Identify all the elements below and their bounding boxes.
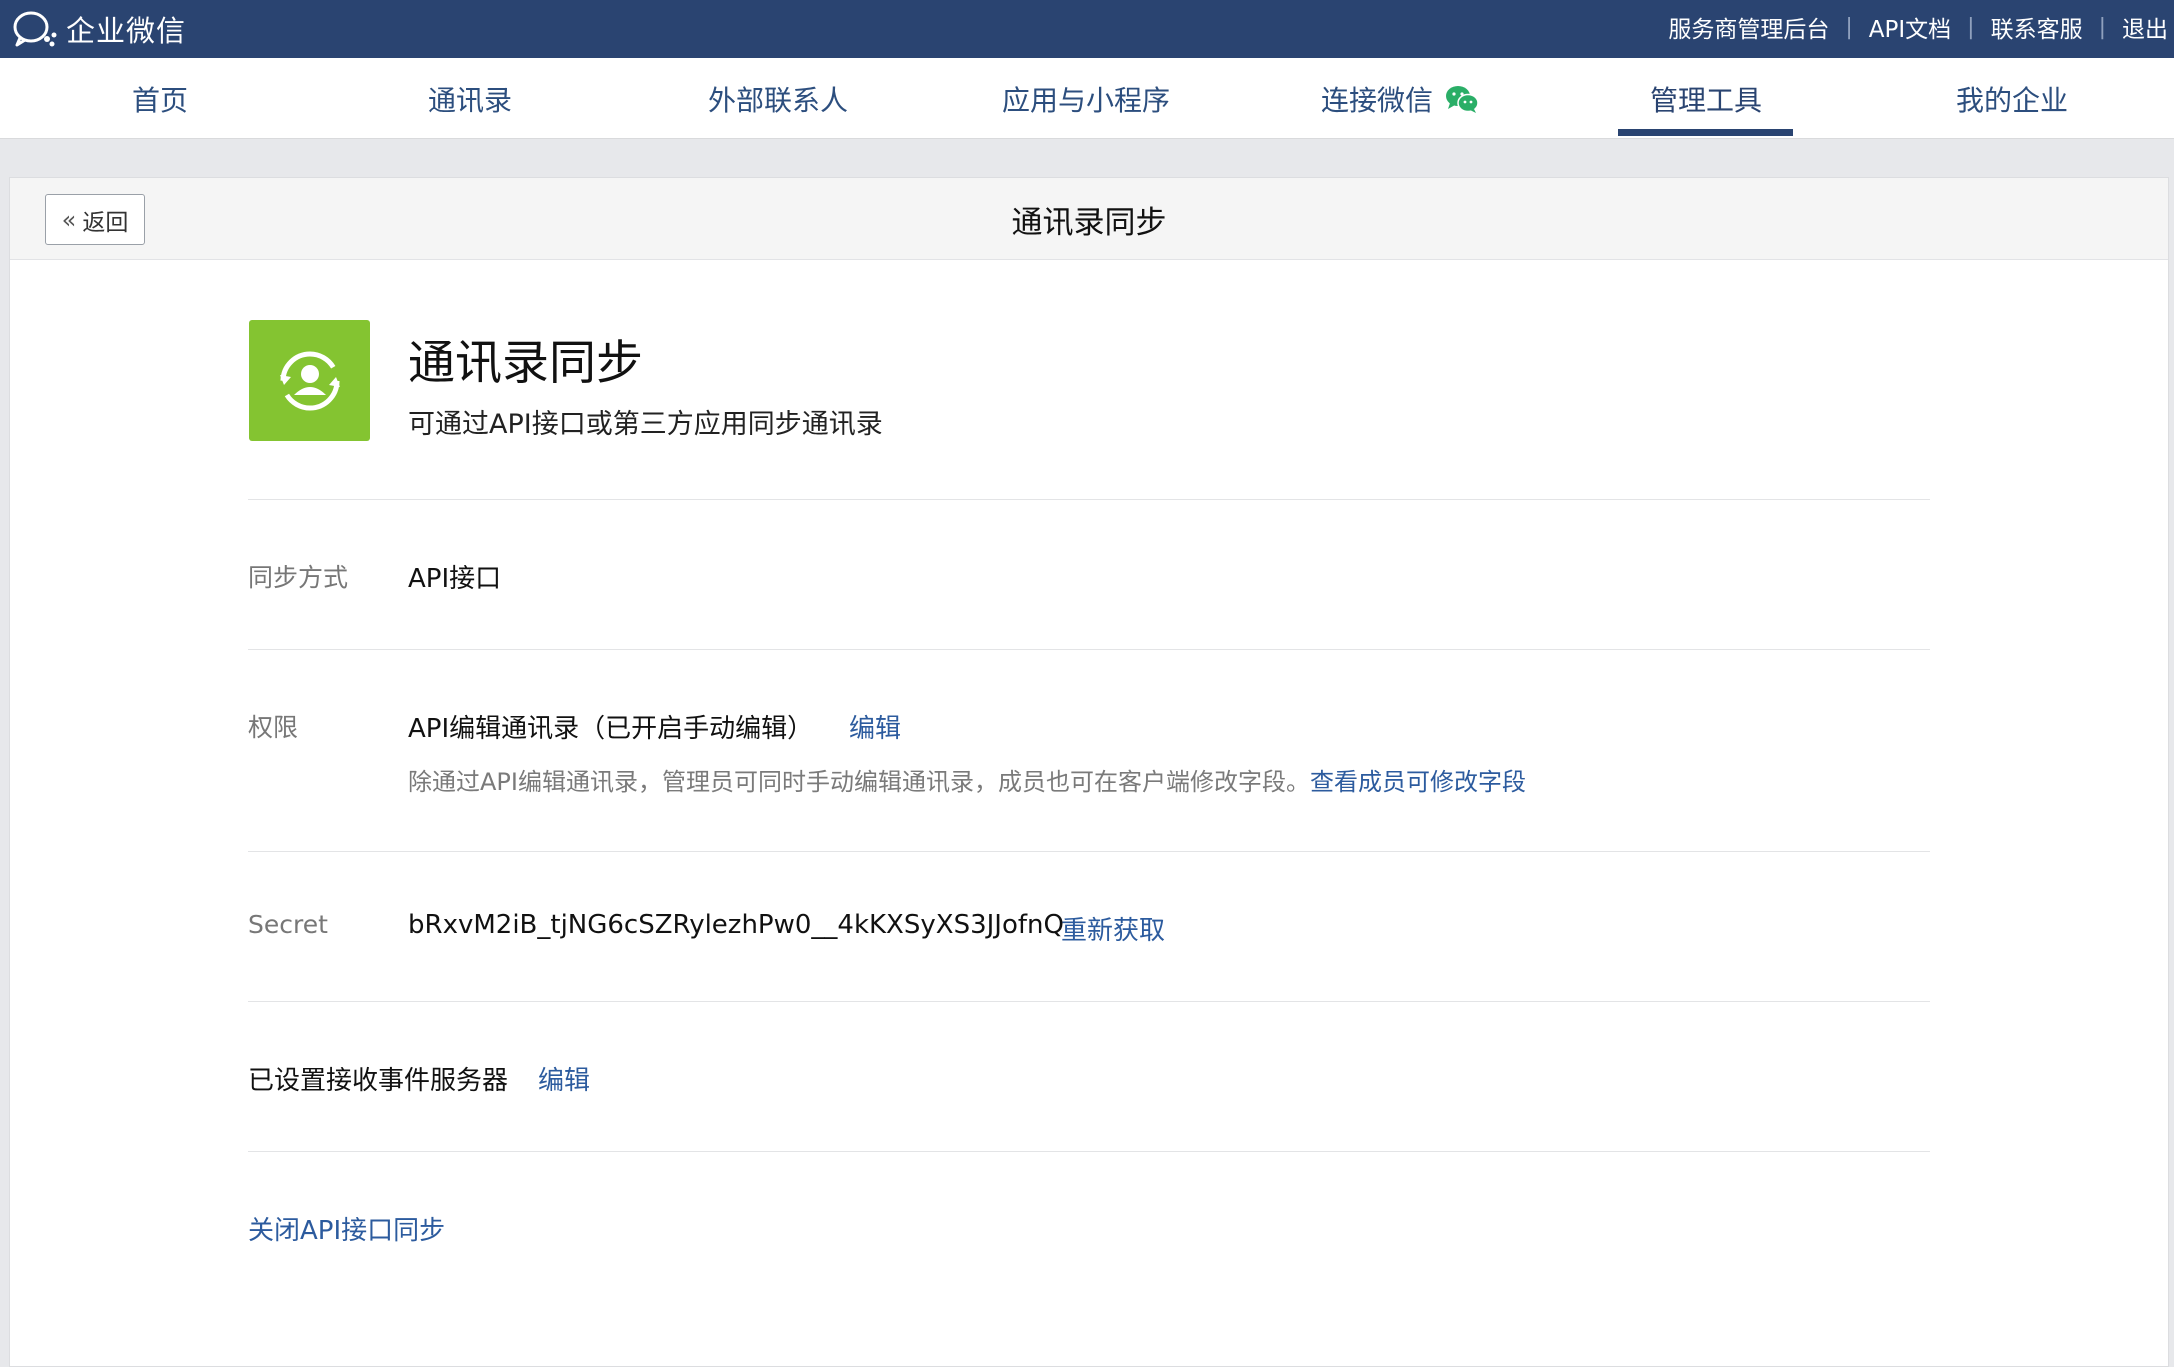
api-docs-link[interactable]: API文档 (1869, 10, 1951, 44)
divider (248, 851, 1930, 852)
wework-logo-icon (13, 11, 57, 47)
separator: | (1967, 14, 1975, 40)
main-nav: 首页 通讯录 外部联系人 应用与小程序 连接微信 管理工具 我的企业 (0, 58, 2174, 139)
secret-label: Secret (248, 910, 328, 939)
nav-item-contacts[interactable]: 通讯录 (370, 58, 570, 139)
divider (248, 649, 1930, 650)
app-description: 可通过API接口或第三方应用同步通讯录 (408, 409, 883, 440)
double-chevron-left-icon: « (61, 205, 77, 234)
permission-hint-text: 除通过API编辑通讯录，管理员可同时手动编辑通讯录，成员也可在客户端修改字段。 (408, 768, 1310, 796)
nav-item-label: 管理工具 (1649, 83, 1762, 117)
top-links: 服务商管理后台 | API文档 | 联系客服 | 退出 (1668, 0, 2168, 54)
provider-admin-link[interactable]: 服务商管理后台 (1668, 10, 1829, 44)
nav-item-external-contacts[interactable]: 外部联系人 (678, 58, 878, 139)
event-server-edit-link[interactable]: 编辑 (538, 1060, 590, 1097)
nav-active-indicator (1618, 129, 1793, 136)
separator: | (1845, 14, 1853, 40)
back-button-label: 返回 (82, 209, 129, 236)
page-title: 通讯录同步 (1011, 204, 1167, 241)
wechat-icon (1446, 85, 1479, 113)
sync-method-value: API接口 (408, 564, 502, 594)
nav-item-connect-wechat[interactable]: 连接微信 (1290, 58, 1510, 139)
separator: | (2098, 14, 2106, 40)
app-title: 通讯录同步 (408, 336, 643, 391)
divider (248, 1001, 1930, 1002)
nav-item-label: 通讯录 (427, 83, 512, 117)
logout-link[interactable]: 退出 (2122, 10, 2168, 44)
event-server-label: 已设置接收事件服务器 (248, 1066, 509, 1096)
permission-label: 权限 (248, 713, 299, 742)
nav-item-apps[interactable]: 应用与小程序 (986, 58, 1186, 139)
refresh-secret-link[interactable]: 重新获取 (1061, 910, 1165, 947)
top-bar: 企业微信 服务商管理后台 | API文档 | 联系客服 | 退出 (0, 0, 2174, 58)
nav-item-label: 首页 (131, 83, 188, 117)
permission-hint: 除通过API编辑通讯录，管理员可同时手动编辑通讯录，成员也可在客户端修改字段。查… (408, 762, 1526, 797)
nav-item-label: 外部联系人 (707, 83, 848, 117)
permission-edit-link[interactable]: 编辑 (849, 708, 901, 745)
sync-method-label: 同步方式 (248, 563, 349, 592)
permission-value: API编辑通讯录（已开启手动编辑） (408, 714, 814, 744)
divider (248, 499, 1930, 500)
secret-value: bRxvM2iB_tjNG6cSZRylezhPw0__4kKXSyXS3JJo… (408, 910, 1064, 940)
close-api-sync-link[interactable]: 关闭API接口同步 (248, 1210, 445, 1247)
nav-item-label: 连接微信 (1320, 83, 1433, 117)
nav-item-label: 应用与小程序 (1001, 83, 1170, 117)
nav-item-label: 我的企业 (1955, 83, 2068, 117)
logo-text: 企业微信 (66, 14, 187, 48)
card-header: 通讯录同步 « 返回 (10, 178, 2168, 260)
nav-item-admin-tools[interactable]: 管理工具 (1606, 58, 1806, 139)
content-card: 通讯录同步 « 返回 通讯录同步 可通过API接口或第三方应用同步通讯录 同步方… (9, 177, 2169, 1367)
nav-item-home[interactable]: 首页 (60, 58, 260, 139)
view-editable-fields-link[interactable]: 查看成员可修改字段 (1310, 768, 1526, 796)
divider (248, 1151, 1930, 1152)
contact-support-link[interactable]: 联系客服 (1991, 10, 2083, 44)
user-sync-icon (279, 351, 340, 410)
nav-item-my-company[interactable]: 我的企业 (1912, 58, 2112, 139)
back-button[interactable]: « 返回 (45, 194, 145, 245)
logo[interactable]: 企业微信 (10, 8, 186, 50)
contact-sync-app-icon (249, 320, 370, 441)
